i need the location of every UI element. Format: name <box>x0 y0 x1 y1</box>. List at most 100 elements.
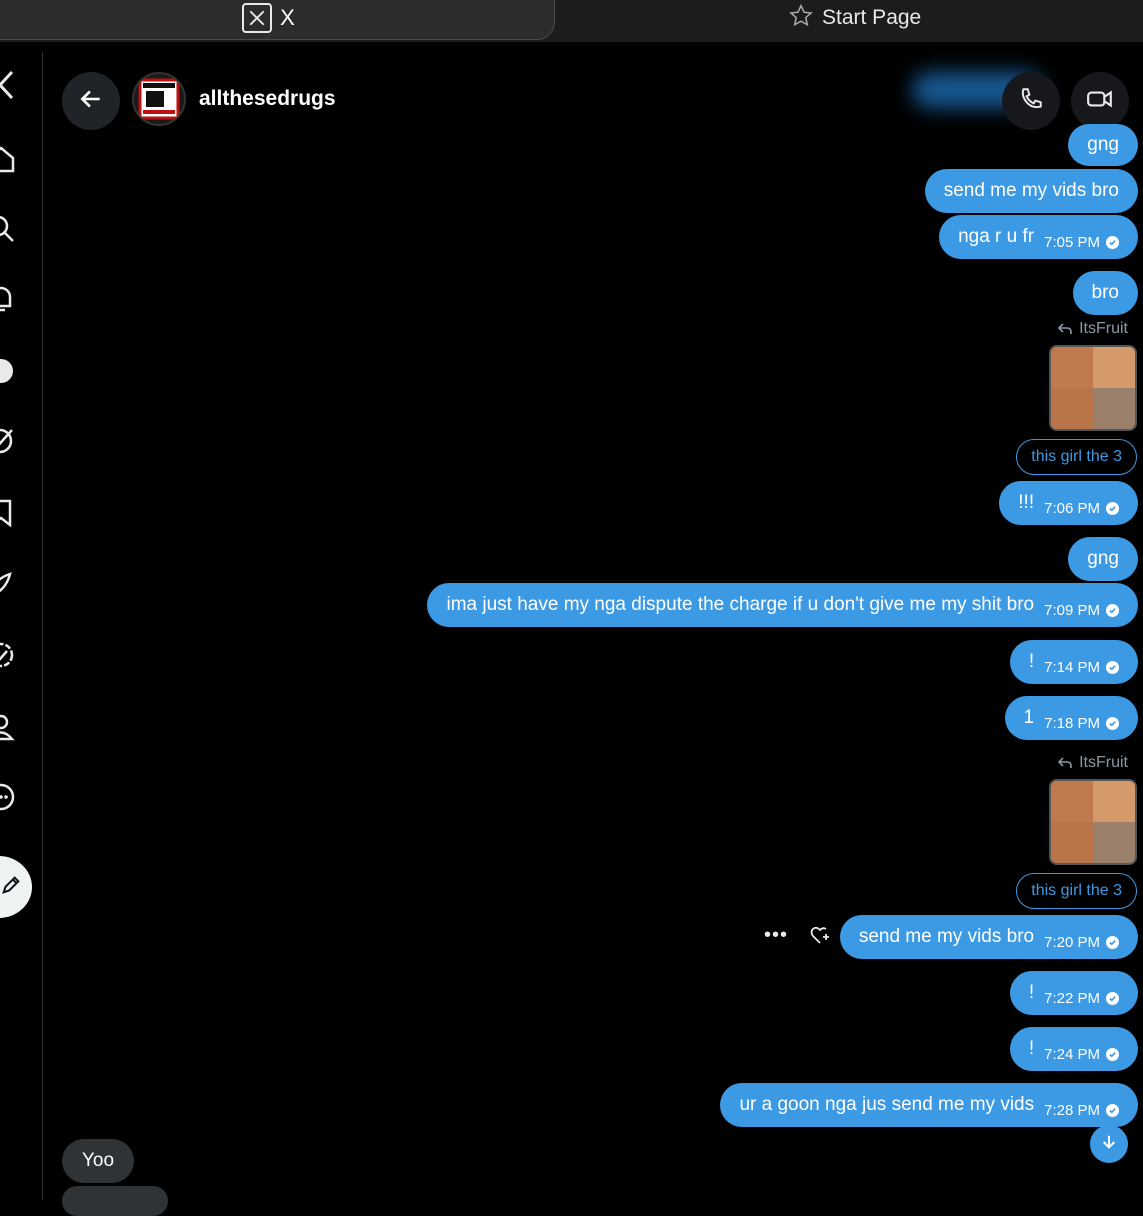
star-icon <box>788 3 814 34</box>
message-text: send me my vids bro <box>943 180 1119 201</box>
incoming-message-bubble[interactable] <box>62 1186 168 1216</box>
message-text: send me my vids bro <box>858 926 1035 947</box>
message-timestamp: 7:09 PM <box>1044 602 1119 619</box>
message-text: Yoo <box>82 1150 115 1171</box>
message-bubble[interactable]: nga r u fr 7:05 PM <box>939 215 1138 259</box>
communities-icon[interactable] <box>0 426 16 456</box>
quoted-message[interactable]: this girl the 3 <box>1016 439 1137 475</box>
bell-icon[interactable] <box>0 284 16 314</box>
timestamp-text: 7:24 PM <box>1044 1045 1100 1063</box>
message-bubble[interactable]: send me my vids bro 7:20 PM <box>839 915 1138 959</box>
message-text: nga r u fr <box>958 226 1035 247</box>
timestamp-text: 7:05 PM <box>1044 233 1100 251</box>
grok-icon[interactable] <box>0 356 16 386</box>
compose-post-button[interactable] <box>0 856 32 918</box>
profile-icon[interactable] <box>0 712 16 742</box>
message-bubble[interactable]: ima just have my nga dispute the charge … <box>427 583 1138 627</box>
reply-arrow-icon <box>1057 757 1072 768</box>
search-icon[interactable] <box>0 214 16 244</box>
timestamp-text: 7:09 PM <box>1044 601 1100 619</box>
sent-check-icon <box>1106 603 1119 617</box>
message-bubble[interactable]: bro <box>1072 271 1138 315</box>
incoming-message-bubble[interactable]: Yoo <box>62 1139 135 1183</box>
reply-to-name: ItsFruit <box>1079 320 1128 337</box>
more-icon[interactable] <box>0 782 16 812</box>
quoted-media-thumbnail[interactable] <box>1049 779 1137 865</box>
message-text: 1 <box>1023 707 1035 728</box>
x-logo-icon[interactable] <box>0 70 16 100</box>
message-text: ima just have my nga dispute the charge … <box>446 594 1035 615</box>
quoted-text: this girl the 3 <box>1031 882 1122 899</box>
video-call-button[interactable] <box>1071 72 1129 130</box>
message-bubble[interactable]: send me my vids bro <box>924 169 1138 213</box>
message-text: gng <box>1087 134 1119 155</box>
message-bubble[interactable]: ! 7:24 PM <box>1009 1027 1138 1071</box>
timestamp-text: 7:06 PM <box>1044 499 1100 517</box>
message-timestamp: 7:20 PM <box>1044 934 1119 951</box>
message-bubble[interactable]: !!! 7:06 PM <box>999 481 1138 525</box>
reply-indicator: ItsFruit <box>1057 320 1128 338</box>
conversation-username[interactable]: allthesedrugs <box>199 87 336 111</box>
message-timestamp: 7:22 PM <box>1044 990 1119 1007</box>
message-timestamp: 7:18 PM <box>1044 715 1119 732</box>
quoted-media-thumbnail[interactable] <box>1049 345 1137 431</box>
message-timestamp: 7:05 PM <box>1044 234 1119 251</box>
arrow-down-icon <box>1100 1133 1118 1156</box>
reply-to-name: ItsFruit <box>1079 754 1128 771</box>
message-bubble[interactable]: ! 7:14 PM <box>1009 640 1138 684</box>
video-camera-icon <box>1086 86 1114 117</box>
sent-check-icon <box>1106 991 1119 1005</box>
tab-title: X <box>280 5 295 30</box>
reply-arrow-icon <box>1057 323 1072 334</box>
timestamp-text: 7:14 PM <box>1044 658 1100 676</box>
message-timestamp: 7:24 PM <box>1044 1046 1119 1063</box>
message-timestamp: 7:14 PM <box>1044 659 1119 676</box>
message-text: ! <box>1028 1038 1035 1059</box>
message-text: gng <box>1087 548 1119 569</box>
sent-check-icon <box>1106 935 1119 949</box>
timestamp-text: 7:22 PM <box>1044 989 1100 1007</box>
message-bubble[interactable]: gng <box>1068 124 1138 166</box>
browser-tab-bar: X Start Page <box>0 0 1143 42</box>
message-text: !!! <box>1018 492 1035 513</box>
sent-check-icon <box>1106 1047 1119 1061</box>
sent-check-icon <box>1106 501 1119 515</box>
home-icon[interactable] <box>0 144 16 174</box>
sent-check-icon <box>1106 660 1119 674</box>
message-timestamp: 7:28 PM <box>1044 1102 1119 1119</box>
back-button[interactable] <box>62 72 120 130</box>
feather-icon <box>0 874 22 901</box>
reply-indicator: ItsFruit <box>1057 754 1128 772</box>
premium-icon[interactable] <box>0 570 16 600</box>
message-bubble[interactable]: ur a goon nga jus send me my vids 7:28 P… <box>720 1083 1138 1127</box>
sent-check-icon <box>1106 235 1119 249</box>
message-text: ! <box>1028 651 1035 672</box>
left-nav <box>0 52 43 1200</box>
x-favicon-icon <box>242 3 273 33</box>
browser-tab-x[interactable]: X <box>0 0 555 40</box>
message-text: bro <box>1091 282 1119 303</box>
message-more-options-icon[interactable]: ••• <box>764 924 788 947</box>
message-text: ! <box>1028 982 1035 1003</box>
timestamp-text: 7:20 PM <box>1044 933 1100 951</box>
message-text: ur a goon nga jus send me my vids <box>739 1094 1035 1115</box>
tab-title: Start Page <box>822 6 922 29</box>
sent-check-icon <box>1106 716 1119 730</box>
phone-icon <box>1018 86 1044 117</box>
timestamp-text: 7:28 PM <box>1044 1101 1100 1119</box>
message-bubble[interactable]: gng <box>1068 537 1138 581</box>
avatar-image <box>138 78 180 120</box>
message-bubble[interactable]: 1 7:18 PM <box>1004 696 1138 740</box>
add-reaction-icon[interactable] <box>810 926 832 951</box>
voice-call-button[interactable] <box>1002 72 1060 130</box>
message-timestamp: 7:06 PM <box>1044 500 1119 517</box>
scroll-to-bottom-button[interactable] <box>1090 1125 1128 1163</box>
sent-check-icon <box>1106 1103 1119 1117</box>
message-bubble[interactable]: ! 7:22 PM <box>1009 971 1138 1015</box>
avatar[interactable] <box>132 72 186 126</box>
verified-icon[interactable] <box>0 640 16 670</box>
quoted-text: this girl the 3 <box>1031 448 1122 465</box>
quoted-message[interactable]: this girl the 3 <box>1016 873 1137 909</box>
bookmark-icon[interactable] <box>0 498 16 528</box>
browser-tab-start-page[interactable]: Start Page <box>788 2 921 34</box>
